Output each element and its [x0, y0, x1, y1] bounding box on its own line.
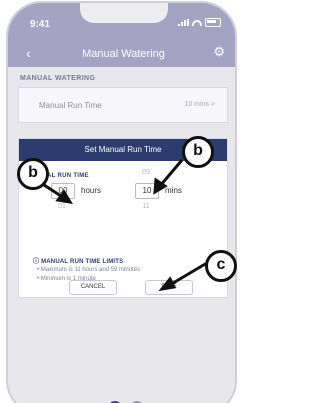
limit-max-text: Maximum is 11 hours and 59 minutes [40, 267, 141, 273]
status-icons [178, 18, 221, 27]
row-value-text: 10 mins [184, 101, 209, 108]
chevron-right-icon: > [210, 101, 215, 108]
battery-icon [205, 18, 221, 27]
wifi-icon [192, 19, 202, 26]
gear-icon[interactable]: ⚙ [213, 45, 225, 59]
status-time: 9:41 [30, 19, 51, 30]
callout-b-right: b [182, 136, 214, 168]
callout-c: c [205, 250, 237, 282]
phone-frame: 9:41 ‹ Manual Watering ⚙ MANUAL WATERING… [6, 1, 237, 403]
minutes-above[interactable]: 09 [135, 169, 157, 176]
limits-title-text: MANUAL RUN TIME LIMITS [41, 259, 124, 265]
page-title: Manual Watering [82, 48, 165, 60]
save-button[interactable]: SAVE [145, 280, 193, 295]
screenshot-stage: 9:41 ‹ Manual Watering ⚙ MANUAL WATERING… [0, 0, 245, 403]
run-time-label: AL RUN TIME [47, 173, 89, 179]
signal-icon [178, 19, 189, 26]
hours-picker[interactable]: 00 [51, 183, 75, 199]
manual-run-time-row[interactable]: Manual Run Time 10 mins > [18, 87, 228, 123]
hours-unit: hours [81, 186, 102, 195]
phone-notch [80, 3, 168, 23]
minutes-below[interactable]: 11 [135, 203, 157, 210]
callout-b-left: b [17, 158, 49, 190]
minutes-unit: mins [165, 186, 182, 195]
hours-below[interactable]: 01 [51, 203, 73, 210]
limit-max: • Maximum is 11 hours and 59 minutes [37, 267, 141, 273]
section-label: MANUAL WATERING [20, 75, 96, 82]
cancel-button[interactable]: CANCEL [69, 280, 117, 295]
minutes-picker[interactable]: 10 [135, 183, 159, 199]
limits-title: ⓘ MANUAL RUN TIME LIMITS [33, 256, 123, 265]
row-label: Manual Run Time [39, 101, 102, 110]
row-value: 10 mins > [184, 101, 215, 108]
info-icon: ⓘ [33, 259, 40, 265]
